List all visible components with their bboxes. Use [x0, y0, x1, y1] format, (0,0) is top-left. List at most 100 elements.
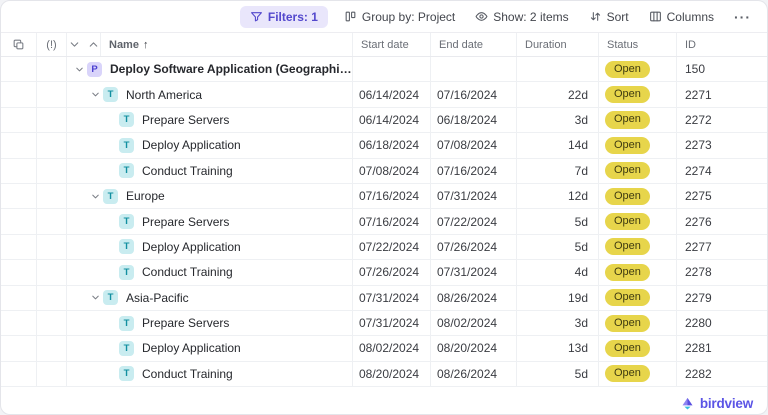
- status-badge[interactable]: Open: [605, 314, 650, 332]
- duration-cell[interactable]: 4d: [517, 260, 599, 285]
- start-cell[interactable]: 07/08/2024: [353, 158, 431, 183]
- type-badge[interactable]: T: [119, 366, 134, 382]
- duration-cell[interactable]: 5d: [517, 234, 599, 260]
- status-badge[interactable]: Open: [605, 365, 650, 383]
- end-cell[interactable]: 06/18/2024: [431, 107, 517, 133]
- duration-cell[interactable]: 3d: [517, 107, 599, 133]
- type-badge[interactable]: T: [103, 188, 118, 204]
- name-cell[interactable]: T Prepare Servers: [67, 209, 353, 234]
- end-cell[interactable]: 07/16/2024: [431, 158, 517, 183]
- row-chevron-icon[interactable]: [87, 292, 103, 303]
- start-cell[interactable]: 06/14/2024: [353, 107, 431, 133]
- sort-button[interactable]: Sort: [585, 7, 633, 27]
- column-header-id[interactable]: ID: [677, 33, 767, 56]
- type-badge[interactable]: T: [119, 112, 134, 128]
- row-name-label[interactable]: Europe: [126, 189, 165, 203]
- status-badge[interactable]: Open: [605, 86, 650, 104]
- end-cell[interactable]: 08/20/2024: [431, 336, 517, 361]
- start-cell[interactable]: [353, 57, 431, 82]
- status-badge[interactable]: Open: [605, 187, 650, 205]
- status-badge[interactable]: Open: [605, 111, 650, 129]
- end-cell[interactable]: [431, 57, 517, 82]
- column-header-name[interactable]: Name ↑: [101, 33, 353, 56]
- type-badge[interactable]: T: [119, 340, 134, 356]
- start-cell[interactable]: 06/14/2024: [353, 82, 431, 107]
- end-cell[interactable]: 08/02/2024: [431, 310, 517, 336]
- end-cell[interactable]: 08/26/2024: [431, 285, 517, 310]
- header-alert-cell[interactable]: (!): [37, 33, 67, 56]
- end-cell[interactable]: 07/16/2024: [431, 82, 517, 107]
- column-header-duration[interactable]: Duration: [517, 33, 599, 56]
- name-cell[interactable]: T Conduct Training: [67, 361, 353, 387]
- status-badge[interactable]: Open: [605, 136, 650, 154]
- row-name-label[interactable]: Deploy Software Application (Geographica…: [110, 62, 352, 76]
- name-cell[interactable]: T Asia-Pacific: [67, 285, 353, 310]
- type-badge[interactable]: T: [119, 264, 134, 280]
- type-badge[interactable]: P: [87, 61, 102, 77]
- name-cell[interactable]: T Conduct Training: [67, 158, 353, 183]
- row-name-label[interactable]: Conduct Training: [142, 164, 233, 178]
- row-name-label[interactable]: Conduct Training: [142, 367, 233, 381]
- row-chevron-icon[interactable]: [71, 64, 87, 75]
- status-badge[interactable]: Open: [605, 339, 650, 358]
- row-name-label[interactable]: Deploy Application: [142, 240, 241, 254]
- duration-cell[interactable]: 13d: [517, 336, 599, 361]
- end-cell[interactable]: 07/22/2024: [431, 209, 517, 234]
- end-cell[interactable]: 07/31/2024: [431, 260, 517, 285]
- name-cell[interactable]: T North America: [67, 82, 353, 107]
- name-cell[interactable]: T Prepare Servers: [67, 310, 353, 336]
- column-header-start-date[interactable]: Start date: [353, 33, 431, 56]
- row-name-label[interactable]: Deploy Application: [142, 138, 241, 152]
- row-name-label[interactable]: North America: [126, 88, 202, 102]
- start-cell[interactable]: 06/18/2024: [353, 133, 431, 158]
- row-name-label[interactable]: Asia-Pacific: [126, 291, 189, 305]
- name-cell[interactable]: T Deploy Application: [67, 133, 353, 158]
- start-cell[interactable]: 07/31/2024: [353, 285, 431, 310]
- row-name-label[interactable]: Prepare Servers: [142, 113, 229, 127]
- start-cell[interactable]: 08/20/2024: [353, 361, 431, 387]
- row-name-label[interactable]: Conduct Training: [142, 265, 233, 279]
- start-cell[interactable]: 07/16/2024: [353, 209, 431, 234]
- name-cell[interactable]: T Europe: [67, 183, 353, 209]
- row-chevron-icon[interactable]: [87, 191, 103, 202]
- name-cell[interactable]: P Deploy Software Application (Geographi…: [67, 57, 353, 82]
- collapse-all-icon[interactable]: [68, 38, 81, 51]
- start-cell[interactable]: 07/22/2024: [353, 234, 431, 260]
- duration-cell[interactable]: 19d: [517, 285, 599, 310]
- type-badge[interactable]: T: [119, 214, 134, 230]
- duration-cell[interactable]: 12d: [517, 183, 599, 209]
- status-badge[interactable]: Open: [605, 212, 650, 231]
- type-badge[interactable]: T: [119, 137, 134, 153]
- columns-button[interactable]: Columns: [645, 7, 718, 27]
- row-chevron-icon[interactable]: [87, 89, 103, 100]
- duration-cell[interactable]: [517, 57, 599, 82]
- status-badge[interactable]: Open: [605, 60, 650, 78]
- end-cell[interactable]: 07/08/2024: [431, 133, 517, 158]
- type-badge[interactable]: T: [119, 163, 134, 179]
- name-cell[interactable]: T Prepare Servers: [67, 107, 353, 133]
- name-cell[interactable]: T Deploy Application: [67, 234, 353, 260]
- duration-cell[interactable]: 5d: [517, 361, 599, 387]
- name-cell[interactable]: T Conduct Training: [67, 260, 353, 285]
- column-header-end-date[interactable]: End date: [431, 33, 517, 56]
- status-badge[interactable]: Open: [605, 162, 650, 180]
- start-cell[interactable]: 07/26/2024: [353, 260, 431, 285]
- start-cell[interactable]: 08/02/2024: [353, 336, 431, 361]
- start-cell[interactable]: 07/16/2024: [353, 183, 431, 209]
- duration-cell[interactable]: 14d: [517, 133, 599, 158]
- end-cell[interactable]: 08/26/2024: [431, 361, 517, 387]
- duration-cell[interactable]: 5d: [517, 209, 599, 234]
- type-badge[interactable]: T: [119, 315, 134, 331]
- header-copy-cell[interactable]: [1, 33, 37, 56]
- row-name-label[interactable]: Prepare Servers: [142, 215, 229, 229]
- duration-cell[interactable]: 3d: [517, 310, 599, 336]
- expand-all-icon[interactable]: [87, 38, 100, 51]
- name-cell[interactable]: T Deploy Application: [67, 336, 353, 361]
- type-badge[interactable]: T: [103, 87, 118, 103]
- group-by-button[interactable]: Group by: Project: [340, 7, 459, 27]
- duration-cell[interactable]: 22d: [517, 82, 599, 107]
- filters-button[interactable]: Filters: 1: [239, 5, 328, 28]
- more-button[interactable]: ···: [730, 6, 755, 28]
- show-button[interactable]: Show: 2 items: [471, 7, 572, 27]
- start-cell[interactable]: 07/31/2024: [353, 310, 431, 336]
